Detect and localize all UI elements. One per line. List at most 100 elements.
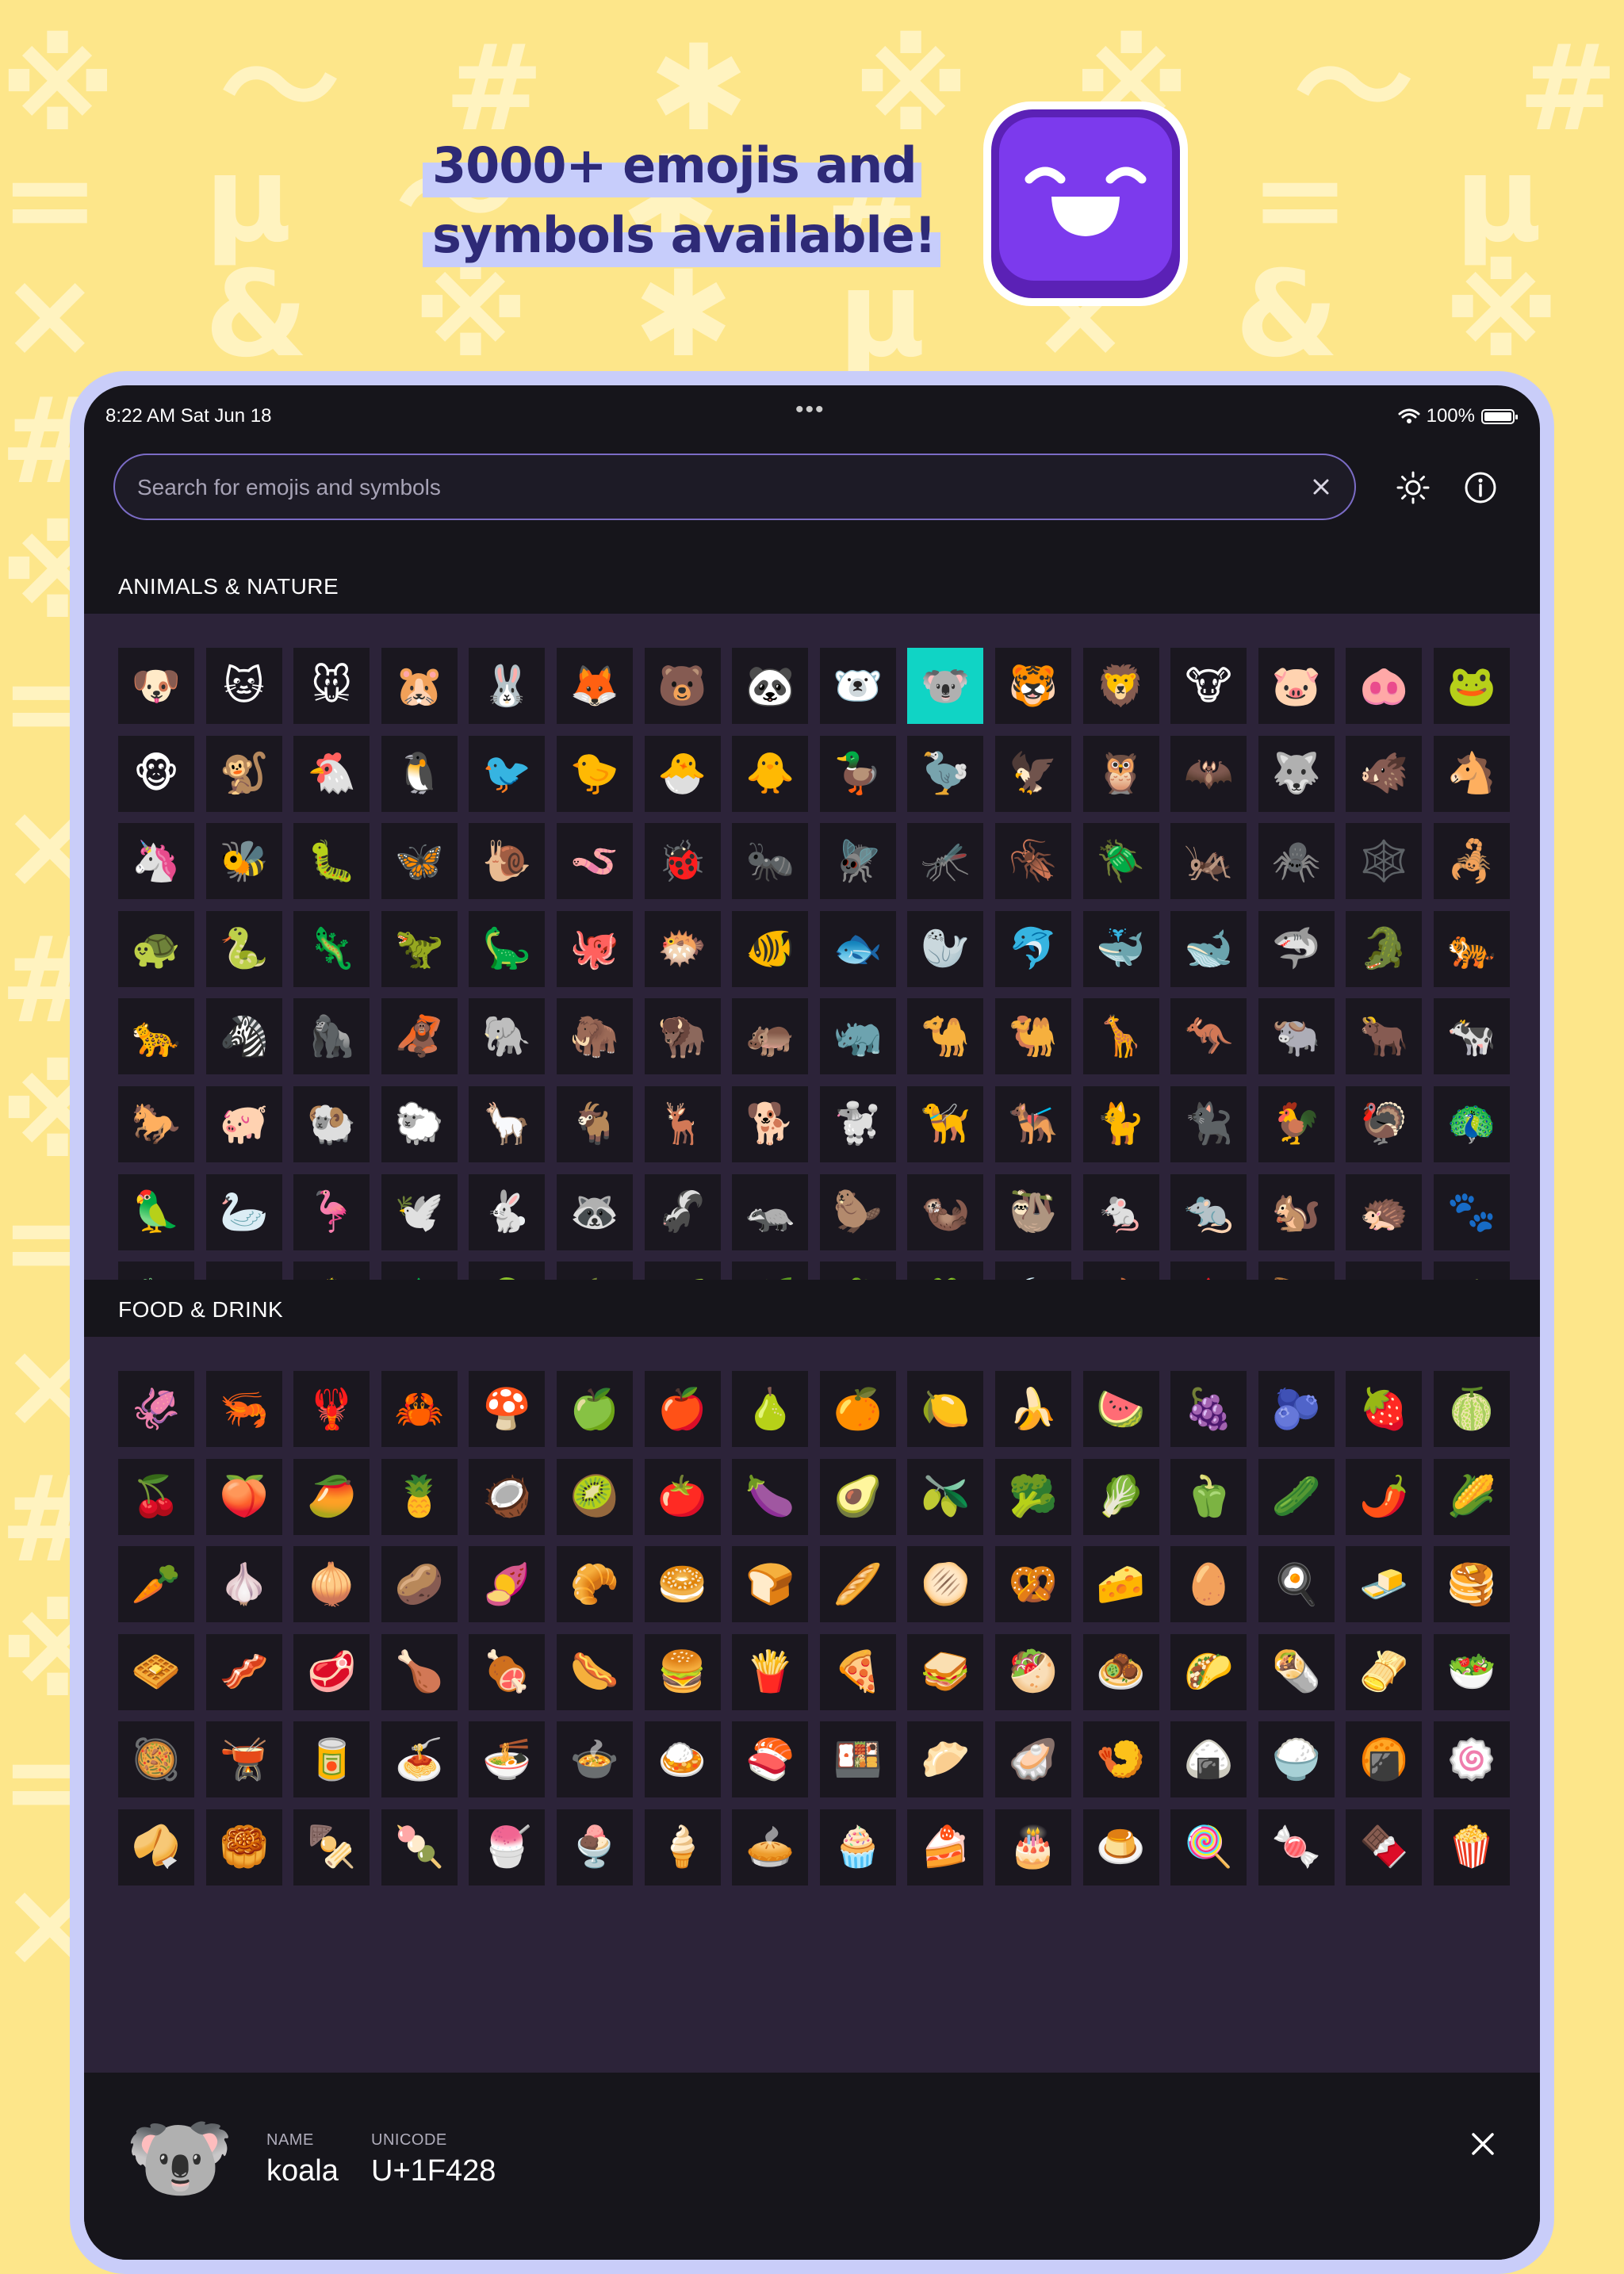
emoji-cell[interactable]: 🦘 [1170,998,1247,1075]
emoji-cell[interactable]: 🐳 [1082,910,1159,987]
emoji-cell[interactable]: 🪳 [994,823,1071,900]
emoji-cell[interactable]: 🍗 [381,1633,458,1710]
emoji-cell[interactable]: 🦐 [205,1371,282,1447]
emoji-cell[interactable]: 🐸 [1433,648,1510,724]
emoji-cell[interactable]: 🫒 [907,1458,984,1535]
emoji-cell[interactable]: 🍈 [1433,1371,1510,1447]
emoji-cell[interactable]: 🥥 [469,1458,546,1535]
emoji-cell[interactable]: 🐬 [994,910,1071,987]
emoji-cell[interactable]: 🫑 [1170,1458,1247,1535]
emoji-cell[interactable]: 🐞 [644,823,721,900]
emoji-cell[interactable]: 🦍 [293,998,370,1075]
emoji-cell[interactable]: 🍍 [381,1458,458,1535]
emoji-cell[interactable]: 🦎 [293,910,370,987]
emoji-cell[interactable]: 🦪 [994,1721,1071,1798]
emoji-cell[interactable]: 🍞 [732,1546,809,1623]
emoji-cell[interactable]: 🦋 [381,823,458,900]
emoji-cell[interactable]: 🥪 [907,1633,984,1710]
emoji-cell[interactable]: 🪲 [1082,823,1159,900]
emoji-cell[interactable]: 🧁 [819,1809,896,1885]
emoji-cell[interactable]: 🐭 [293,648,370,724]
emoji-cell[interactable]: 🦁 [1082,648,1159,724]
emoji-cell[interactable]: 🐓 [1258,1085,1335,1162]
emoji-cell[interactable]: 🥟 [907,1721,984,1798]
emoji-cell[interactable]: 🍭 [1170,1809,1247,1885]
emoji-cell[interactable]: 🐐 [556,1085,633,1162]
emoji-cell[interactable]: 🐶 [118,648,194,724]
emoji-cell[interactable]: 🦇 [1170,735,1247,812]
emoji-cell[interactable]: 🦩 [293,1173,370,1250]
emoji-cell[interactable]: 🥮 [205,1809,282,1885]
emoji-cell[interactable]: 🦗 [1170,823,1247,900]
clear-search-icon[interactable] [1307,473,1335,501]
emoji-cell[interactable]: 🫔 [1346,1633,1423,1710]
emoji-cell[interactable]: 🦣 [556,998,633,1075]
emoji-cell[interactable]: 🐨 [907,648,984,724]
emoji-cell[interactable]: 🥓 [205,1633,282,1710]
emoji-cell[interactable]: 🐎 [118,1085,194,1162]
emoji-cell[interactable]: 🦦 [907,1173,984,1250]
emoji-cell[interactable]: 🦢 [205,1173,282,1250]
emoji-cell[interactable]: 🐝 [205,823,282,900]
emoji-cell[interactable]: 🐜 [732,823,809,900]
search-input[interactable] [136,455,1289,520]
emoji-cell[interactable]: 🍖 [469,1633,546,1710]
emoji-cell[interactable]: 🐃 [1258,998,1335,1075]
emoji-cell[interactable]: 🪱 [556,823,633,900]
emoji-cell[interactable]: 🧀 [1082,1546,1159,1623]
emoji-cell[interactable]: 🍢 [293,1809,370,1885]
emoji-cell[interactable]: 🐔 [293,735,370,812]
emoji-cell[interactable]: 🐽 [1346,648,1423,724]
emoji-cell[interactable]: 🦮 [907,1085,984,1162]
emoji-cell[interactable]: 🦓 [205,998,282,1075]
emoji-cell[interactable]: 🍿 [1433,1809,1510,1885]
emoji-cell[interactable]: 🍡 [381,1809,458,1885]
emoji-cell[interactable]: 🦒 [1082,998,1159,1075]
emoji-cell[interactable]: 🐄 [1433,998,1510,1075]
emoji-cell[interactable]: 🐅 [1433,910,1510,987]
emoji-cell[interactable]: 🍚 [1258,1721,1335,1798]
emoji-cell[interactable]: 🍛 [644,1721,721,1798]
emoji-cell[interactable]: 🌯 [1258,1633,1335,1710]
emoji-cell[interactable]: 🪰 [819,823,896,900]
emoji-cell[interactable]: 🐡 [644,910,721,987]
emoji-cell[interactable]: 🥞 [1433,1546,1510,1623]
emoji-cell[interactable]: 🐵 [118,735,194,812]
emoji-cell[interactable]: 🐈 [1082,1085,1159,1162]
emoji-cell[interactable]: 🐙 [556,910,633,987]
emoji-cell[interactable]: 🧄 [205,1546,282,1623]
emoji-cell[interactable]: 🍑 [205,1458,282,1535]
multitasking-dots[interactable]: ••• [795,396,825,423]
emoji-cell[interactable]: 🍥 [1433,1721,1510,1798]
emoji-cell[interactable]: 🥕 [118,1546,194,1623]
emoji-cell[interactable]: 🕊️ [381,1173,458,1250]
emoji-cell[interactable]: 🍮 [1082,1809,1159,1885]
emoji-cell[interactable]: 🦂 [1433,823,1510,900]
emoji-cell[interactable]: 🐪 [907,998,984,1075]
emoji-cell[interactable]: 🐟 [819,910,896,987]
emoji-cell[interactable]: 🍜 [469,1721,546,1798]
emoji-cell[interactable]: 🐿️ [1258,1173,1335,1250]
emoji-cell[interactable]: 🦌 [644,1085,721,1162]
emoji-cell[interactable]: 🐻 [644,648,721,724]
emoji-cell[interactable]: 🐮 [1170,648,1247,724]
emoji-cell[interactable]: 🍤 [1082,1721,1159,1798]
emoji-cell[interactable]: 🦛 [732,998,809,1075]
emoji-cell[interactable]: 🌭 [556,1633,633,1710]
emoji-cell[interactable]: 🌽 [1433,1458,1510,1535]
emoji-cell[interactable]: 🦨 [644,1173,721,1250]
emoji-cell[interactable]: 🍠 [469,1546,546,1623]
emoji-cell[interactable]: 🍅 [644,1458,721,1535]
emoji-cell[interactable]: 🍲 [556,1721,633,1798]
emoji-cell[interactable]: 🦥 [994,1173,1071,1250]
emoji-cell[interactable]: 🦀 [381,1371,458,1447]
emoji-cell[interactable]: 🍇 [1170,1371,1247,1447]
emoji-cell[interactable]: 🐛 [293,823,370,900]
emoji-cell[interactable]: 🥬 [1082,1458,1159,1535]
emoji-cell[interactable]: 🍒 [118,1458,194,1535]
emoji-cell[interactable]: 🍏 [556,1371,633,1447]
emoji-cell[interactable]: 🍉 [1082,1371,1159,1447]
emoji-cell[interactable]: 🐗 [1346,735,1423,812]
emoji-cell[interactable]: 🥨 [994,1546,1071,1623]
emoji-cell[interactable]: 🍬 [1258,1809,1335,1885]
